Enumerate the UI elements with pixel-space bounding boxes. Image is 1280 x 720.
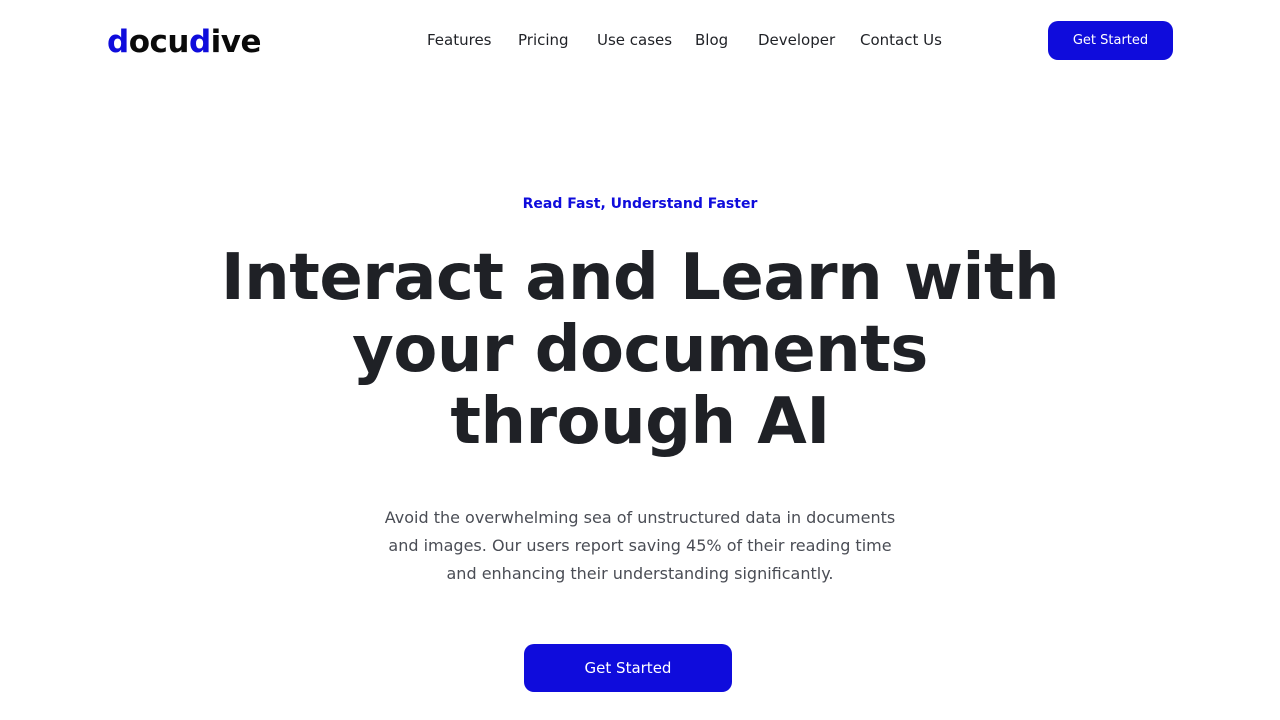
nav-features[interactable]: Features [427,30,492,50]
logo-letter-d-blue: d [107,24,129,60]
logo-letter-d-blue-2: d [188,24,211,60]
logo-letters-ocu: ocu [128,24,190,60]
logo-wordmark: docudive [107,24,262,60]
nav-blog[interactable]: Blog [695,30,728,50]
nav-contact-us[interactable]: Contact Us [860,30,942,50]
hero-get-started-button[interactable]: Get Started [524,644,732,692]
nav-developer[interactable]: Developer [758,30,835,50]
nav-pricing[interactable]: Pricing [518,30,569,50]
hero-subtext: Avoid the overwhelming sea of unstructur… [384,508,896,583]
hero-headline: Interact and Learn with your documents t… [220,241,1060,459]
docudive-logo[interactable]: docudive [107,22,262,60]
hero-eyebrow: Read Fast, Understand Faster [522,196,758,212]
header-get-started-button[interactable]: Get Started [1048,21,1173,60]
nav-use-cases[interactable]: Use cases [597,30,672,50]
site-header: docudive Features Pricing Use cases Blog… [0,0,1280,82]
logo-letters-ive: ive [210,24,262,60]
hero-section: Read Fast, Understand Faster Interact an… [0,82,1280,720]
